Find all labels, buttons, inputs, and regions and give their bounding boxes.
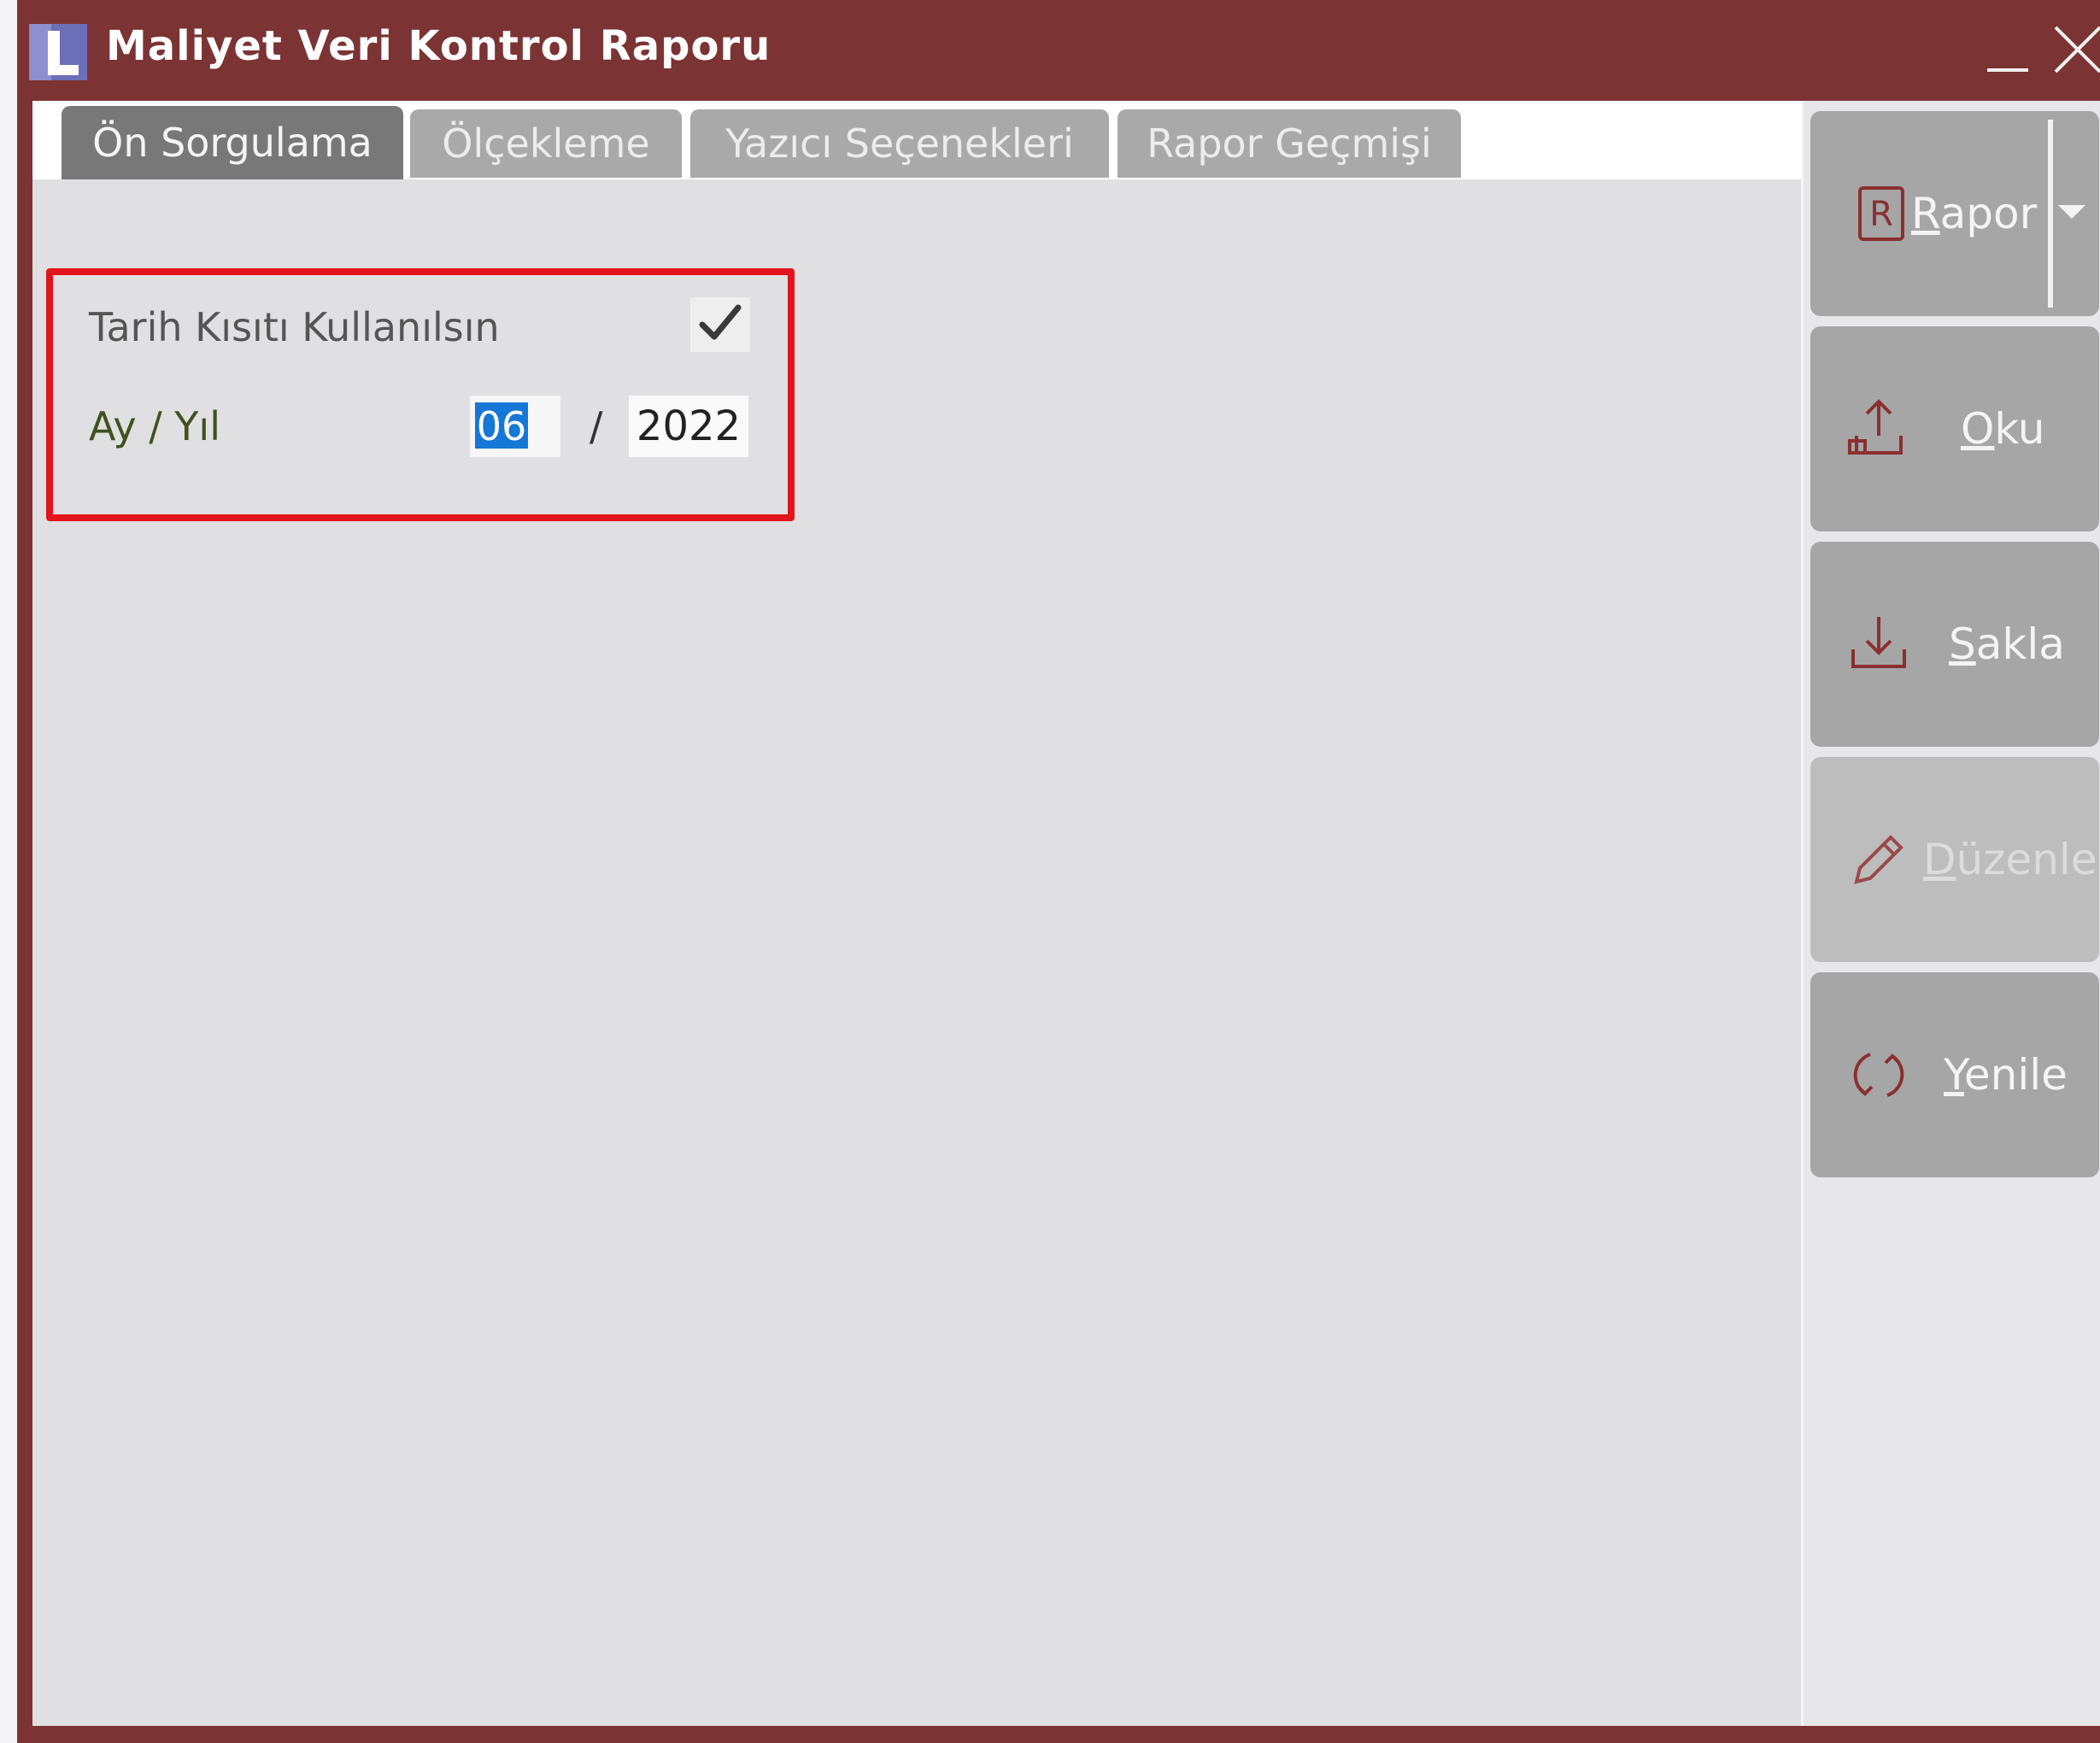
download-icon	[1851, 617, 1906, 668]
year-input[interactable]: 2022	[629, 396, 748, 457]
refresh-icon	[1853, 1053, 1904, 1097]
app-logo-icon	[29, 24, 87, 80]
month-year-separator: /	[590, 403, 603, 449]
close-icon[interactable]	[2047, 19, 2100, 80]
minimize-icon[interactable]	[1979, 19, 2038, 80]
tab-strip: Ön Sorgulama Ölçekleme Yazıcı Seçenekler…	[32, 101, 1801, 179]
month-year-label: Ay / Yıl	[89, 403, 220, 449]
report-window: Maliyet Veri Kontrol Raporu Ön Sorgulama…	[17, 0, 2100, 1743]
tab-on-sorgulama[interactable]: Ön Sorgulama	[62, 106, 403, 179]
date-restriction-label: Tarih Kısıtı Kullanılsın	[89, 304, 500, 350]
yenile-button-label: Yenile	[1944, 1050, 2068, 1100]
title-bar[interactable]: Maliyet Veri Kontrol Raporu	[17, 0, 2100, 101]
action-sidebar: R Rapor Oku Sakla Düzenle Yenile	[1801, 101, 2100, 1726]
sakla-button[interactable]: Sakla	[1810, 542, 2099, 747]
rapor-button[interactable]: R Rapor	[1810, 111, 2099, 316]
duzenle-button-label: Düzenle	[1923, 835, 2097, 884]
date-restriction-checkbox[interactable]	[690, 297, 750, 352]
tab-content-on-sorgulama: Tarih Kısıtı Kullanılsın Ay / Yıl 06 / 2…	[32, 179, 1801, 1726]
month-input-value: 06	[475, 402, 528, 449]
month-input[interactable]: 06	[470, 396, 560, 457]
tab-rapor-gecmisi[interactable]: Rapor Geçmişi	[1117, 109, 1461, 178]
window-title: Maliyet Veri Kontrol Raporu	[106, 22, 771, 70]
oku-button[interactable]: Oku	[1810, 326, 2099, 531]
rapor-split-divider	[2048, 120, 2053, 308]
client-area: Ön Sorgulama Ölçekleme Yazıcı Seçenekler…	[32, 101, 2100, 1726]
oku-button-label: Oku	[1961, 404, 2045, 454]
upload-icon	[1848, 399, 1903, 455]
tab-olcekleme[interactable]: Ölçekleme	[410, 109, 682, 178]
rapor-button-label: Rapor	[1911, 189, 2038, 238]
chevron-down-icon[interactable]	[2058, 205, 2085, 219]
tab-yazici-secenekleri[interactable]: Yazıcı Seçenekleri	[690, 109, 1109, 178]
yenile-button[interactable]: Yenile	[1810, 972, 2099, 1177]
sakla-button-label: Sakla	[1949, 619, 2065, 669]
pencil-icon	[1854, 835, 1903, 884]
report-icon: R	[1858, 186, 1904, 241]
svg-text:R: R	[1869, 195, 1893, 234]
duzenle-button[interactable]: Düzenle	[1810, 757, 2099, 962]
